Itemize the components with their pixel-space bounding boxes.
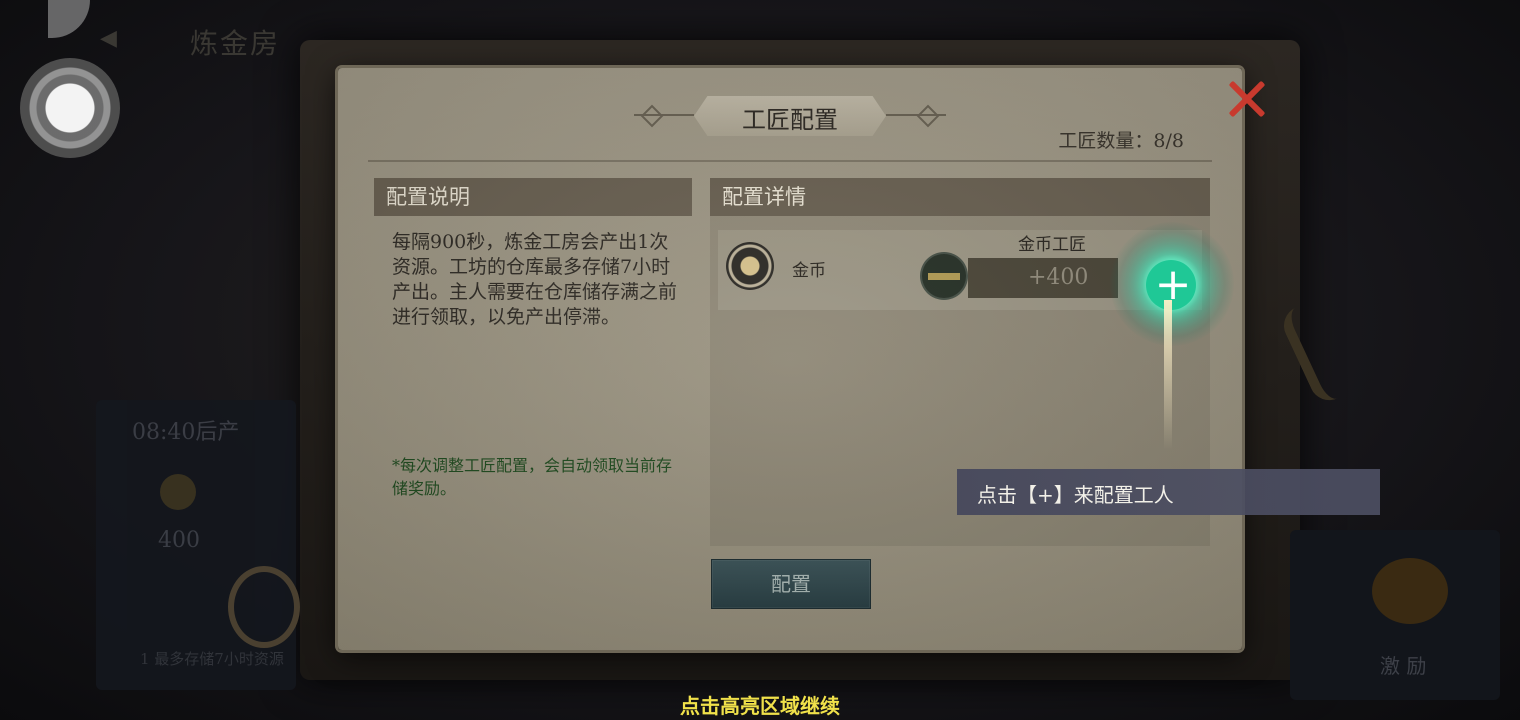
production-timer: 08:40后产 (132, 420, 240, 445)
coin-icon (160, 474, 196, 510)
incentive-card[interactable]: 激 励 (1290, 530, 1500, 700)
guide-tooltip: 点击【+】来配置工人 (957, 469, 1380, 515)
header-divider (368, 160, 1212, 162)
config-button[interactable]: 配置 (711, 559, 871, 609)
ring-ornament-icon (228, 566, 300, 648)
gold-coin-icon (726, 242, 774, 290)
auto-claim-tip: *每次调整工匠配置，会自动领取当前存储奖励。 (392, 456, 673, 498)
close-icon[interactable] (1224, 76, 1268, 122)
description-text: 每隔900秒，炼金工房会产出1次资源。工坊的仓库最多存储7小时产出。主人需要在仓… (392, 231, 678, 328)
production-value: 400 (158, 528, 200, 553)
worker-output: +400 (1028, 265, 1089, 290)
worker-avatar-icon (922, 254, 966, 298)
plus-icon[interactable]: + (1150, 260, 1196, 310)
floating-joystick-button[interactable] (20, 58, 120, 158)
worker-label: 金币工匠 (1018, 235, 1086, 255)
tooltip-text: 点击【+】来配置工人 (977, 483, 1174, 507)
storage-note: 1 最多存储7小时资源 (140, 650, 284, 668)
title-ornament-left (634, 114, 694, 116)
incentive-label: 激 励 (1380, 654, 1427, 678)
continue-hint[interactable]: 点击高亮区域继续 (0, 690, 1520, 719)
reward-bag-icon (1372, 558, 1448, 624)
resource-label: 金币 (792, 261, 826, 281)
title-ornament-right (886, 114, 946, 116)
config-description-panel: 配置说明 每隔900秒，炼金工房会产出1次资源。工坊的仓库最多存储7小时产出。主… (374, 178, 692, 546)
worker-count: 工匠数量：8/8 (1058, 130, 1184, 152)
back-arrow-icon[interactable]: ◀ (100, 26, 117, 51)
guide-beam (1164, 300, 1172, 450)
config-button-label: 配置 (771, 572, 811, 596)
description-header: 配置说明 (374, 178, 692, 216)
details-header: 配置详情 (710, 178, 1210, 216)
dialog-title: 工匠配置 (742, 106, 838, 134)
page-title: 炼金房 (190, 27, 281, 60)
worker-config-dialog: 工匠配置 工匠数量：8/8 配置说明 每隔900秒，炼金工房会产出1次资源。工坊… (338, 68, 1242, 650)
